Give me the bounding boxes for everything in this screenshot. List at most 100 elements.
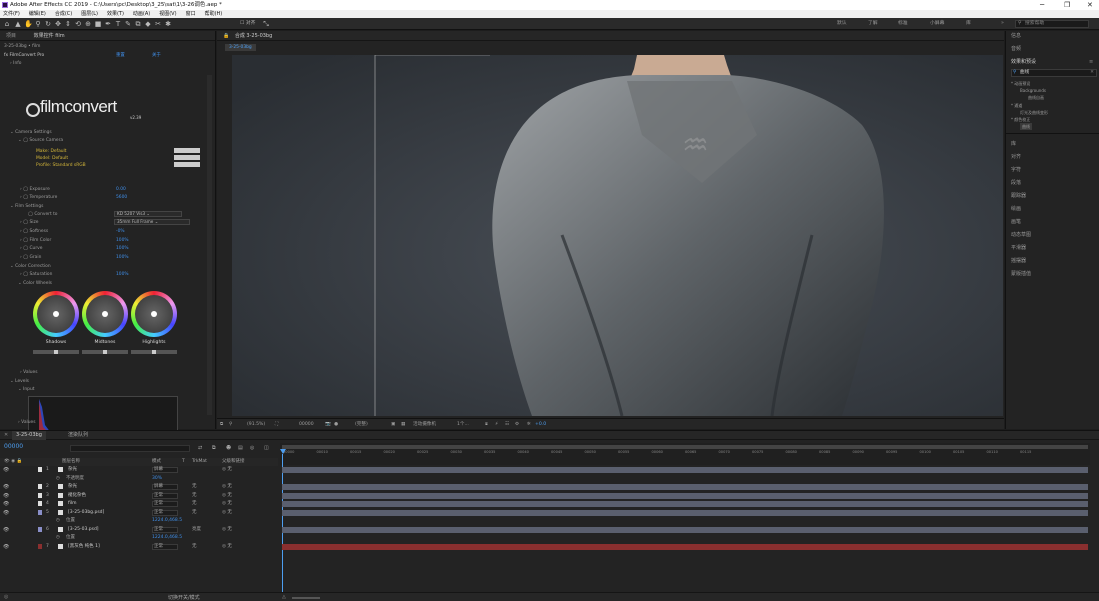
menu-file[interactable]: 文件(F) [3,10,20,18]
layer-trkmat-select[interactable]: 亮度 [192,526,201,534]
input-values-group[interactable]: › Values [18,419,36,426]
layer-search-input[interactable] [70,445,190,452]
layer-name[interactable]: 杂光 [68,483,77,491]
property-value[interactable]: 30% [152,475,162,483]
panel-mask-interpolation[interactable]: 蒙版插值 [1011,269,1031,279]
midtones-color-wheel[interactable] [82,291,128,337]
curve-value[interactable]: 100% [116,245,129,252]
transparency-grid-icon[interactable]: ▦ [401,419,405,430]
layer-property-row[interactable]: ◷ 不透明度 30% [0,475,278,483]
panel-paint[interactable]: 绘画 [1011,204,1021,214]
property-value[interactable]: 1224.0,468.5 [152,517,182,525]
layer-mode-select[interactable]: 正常 [152,526,178,533]
label-color-swatch[interactable] [38,543,42,549]
highlights-luma-slider[interactable] [131,350,177,354]
info-group[interactable]: › Info [10,60,21,67]
camera-select[interactable]: 活动摄像机 [413,419,436,430]
saturation-value[interactable]: 100% [116,271,129,278]
label-color-swatch[interactable] [38,492,42,498]
minimize-icon[interactable]: ─ [1040,0,1044,10]
layer-name[interactable]: 杂光 [68,466,77,474]
layer-trkmat-select[interactable]: 无 [192,543,197,551]
tree-animation-presets[interactable]: * 动画预设 [1011,80,1030,87]
layer-row[interactable]: 👁 7 [黑灰色 纯色 1] 正常 无 ◎ 无 [0,543,278,551]
exposure-value[interactable]: +0.0 [535,419,546,430]
input-group[interactable]: ⌄ Input [18,386,34,393]
panel-menu-icon[interactable]: ≡ [1089,59,1093,65]
levels-group[interactable]: ⌄ Levels [10,378,29,385]
layer-parent-select[interactable]: ◎ 无 [222,483,232,491]
label-color-swatch[interactable] [38,501,42,506]
grain-value[interactable]: 100% [116,254,129,261]
layer-mode-select[interactable]: 正常 [152,501,178,507]
exposure-value[interactable]: 0.00 [116,186,126,193]
motion-blur-icon[interactable]: ◎ [250,445,254,451]
graph-editor-icon[interactable]: ◫ [264,445,269,451]
panel-motion-sketch[interactable]: 动态草图 [1011,230,1031,240]
layer-name[interactable]: film [68,500,76,508]
layer-parent-select[interactable]: ◎ 无 [222,543,232,551]
effects-search-input[interactable]: ⚲ 曲线 ✕ [1011,69,1097,77]
make-stepper[interactable] [174,148,200,153]
menu-animation[interactable]: 动画(A) [133,10,150,18]
audio-panel-title[interactable]: 音频 [1011,44,1021,54]
menu-composition[interactable]: 合成(C) [55,10,72,18]
maximize-icon[interactable]: ❐ [1064,0,1070,10]
stopwatch-icon[interactable]: ◷ [56,517,60,525]
home-icon[interactable]: ⌂ [3,20,11,28]
layer-trkmat-select[interactable]: 无 [192,492,197,500]
label-color-swatch[interactable] [38,467,42,472]
layer-parent-select[interactable]: ◎ 无 [222,492,232,500]
time-ruler[interactable]: 00000 00010 00015 00020 00025 00030 00035 00040… [280,443,1090,465]
shy-icon[interactable]: ☻ [226,445,231,451]
layer-name[interactable]: [黑灰色 纯色 1] [68,543,100,551]
layer-row[interactable]: 👁 1 杂光 屏幕 ◎ 无 [0,466,278,474]
lock-icon[interactable]: 🔒 [223,33,229,39]
close-tab-icon[interactable]: ✕ [4,432,8,438]
layer-mode-select[interactable]: 屏幕 [152,467,178,473]
highlights-color-wheel[interactable] [131,291,177,337]
orbit-tool-icon[interactable]: ↻ [44,20,52,28]
color-correction-group[interactable]: ⌄ Color Correction [10,263,51,270]
camera-settings-group[interactable]: ⌄ Camera Settings [10,129,52,136]
zoom-out-icon[interactable]: ◬ [282,594,286,600]
layer-row[interactable]: 👁 2 杂光 屏幕 无 ◎ 无 [0,483,278,491]
layer-parent-select[interactable]: ◎ 无 [222,466,232,474]
stopwatch-icon[interactable]: ◷ [56,475,60,483]
menu-view[interactable]: 视图(V) [159,10,176,18]
layer-name[interactable]: [3-25-03bg.psd] [68,509,104,517]
layer-name[interactable]: [3-25-03.psd] [68,526,99,534]
visibility-eye-icon[interactable]: 👁 [3,483,9,491]
selection-tool-icon[interactable]: ▲ [14,20,22,28]
shadows-wheel-handle[interactable] [53,311,59,317]
timecode-display[interactable]: 00000 [299,419,314,430]
label-color-swatch[interactable] [38,509,42,515]
layer-property-row[interactable]: ◷ 位置 1224.0,468.5 [0,534,278,542]
color-channel-icon[interactable]: ● [334,419,338,430]
midtones-wheel-handle[interactable] [102,311,108,317]
layer-duration-bar[interactable] [282,526,1088,533]
tab-render-queue[interactable]: 渲染队列 [68,431,88,440]
layer-trkmat-select[interactable]: 无 [192,509,197,517]
col-layer-name[interactable]: 图层名称 [62,458,80,466]
layer-trkmat-select[interactable]: 无 [192,483,197,491]
about-link[interactable]: 关于 [152,52,161,59]
layer-duration-bar[interactable] [282,509,1088,516]
fit-icon[interactable]: ⛶ [275,419,278,430]
tree-channel[interactable]: * 通道 [1011,102,1022,109]
col-trkmat[interactable]: TrkMat [192,458,207,466]
layer-mode-select[interactable]: 屏幕 [152,484,178,490]
size-select[interactable]: 35mm Full Frame ⌄ [114,219,190,225]
comp-mini-flowchart-icon[interactable]: ⇄ [198,445,202,451]
tab-effect-controls[interactable]: 效果控件 film [34,33,65,39]
layer-duration-bar[interactable] [282,543,1088,550]
type-tool-icon[interactable]: T [114,20,122,28]
panel-character[interactable]: 字符 [1011,165,1021,175]
tab-composition[interactable]: 合成 3-25-03bg [235,33,272,39]
panel-paragraph[interactable]: 段落 [1011,178,1021,188]
menu-layer[interactable]: 图层(L) [81,10,98,18]
panel-library[interactable]: 库 [1011,139,1016,149]
workspace-standard[interactable]: 标准 [898,18,908,30]
highlights-wheel-handle[interactable] [151,311,157,317]
align-checkbox[interactable]: ☐ 对齐 [240,18,255,30]
